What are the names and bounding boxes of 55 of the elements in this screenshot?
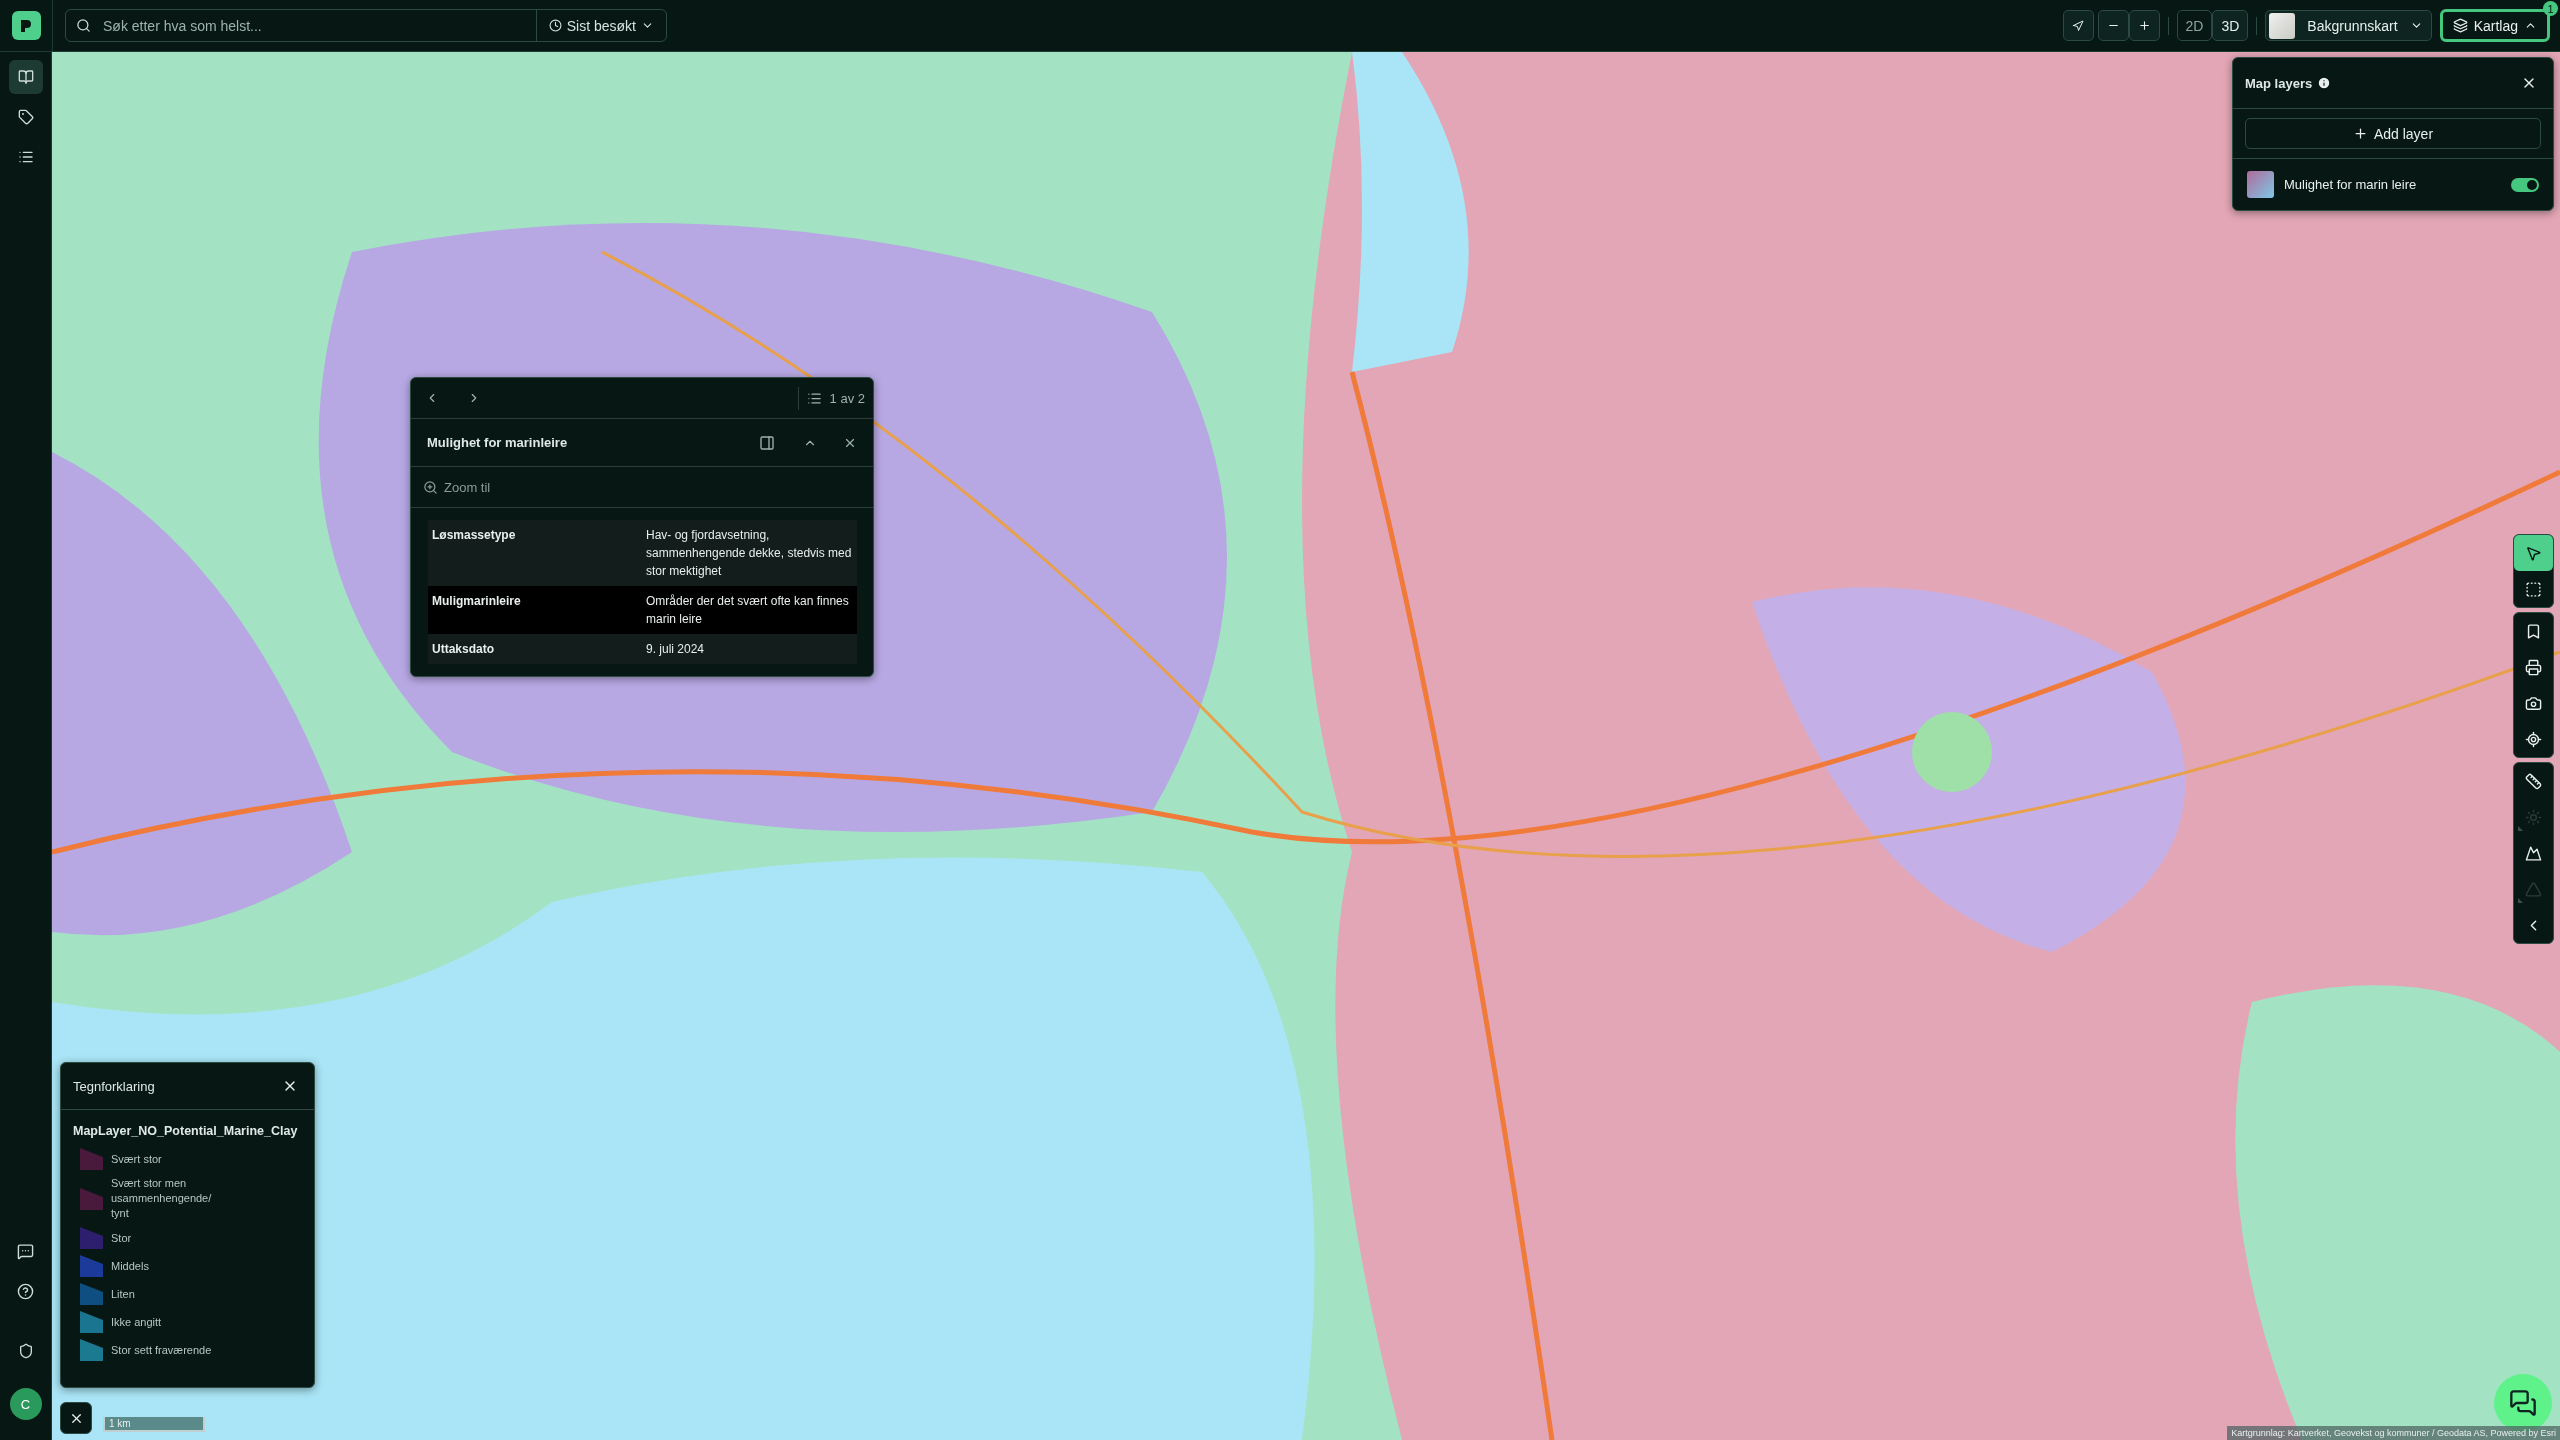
count-badge: 1	[2543, 1, 2558, 16]
view-mode-tab[interactable]: 3D	[2212, 10, 2249, 41]
legend-label: Svært stor	[111, 1151, 163, 1167]
tag-icon	[17, 109, 34, 125]
add-layer-button[interactable]: Add layer	[2245, 118, 2541, 149]
layer-name: Mulighet for marin leire	[2284, 177, 2418, 192]
help-icon	[17, 1282, 34, 1300]
page-counter: 1 av 2	[829, 390, 865, 406]
info-icon	[2317, 76, 2332, 90]
legend-label: Svært stor men usammenhengende/ tynt	[111, 1176, 213, 1221]
attribute-value: Områder der det svært ofte kan finnes marin leire	[646, 593, 850, 628]
user-avatar[interactable]: C	[9, 1388, 42, 1420]
legend-label: Middels	[111, 1258, 150, 1274]
book-button[interactable]	[8, 60, 43, 94]
layer-title: MapLayer_NO_Potential_Marine_Clay	[73, 1124, 299, 1138]
close-button[interactable]	[60, 1402, 92, 1434]
recent-dropdown[interactable]: Sist besøkt	[535, 10, 666, 41]
plus-icon	[2137, 19, 2151, 32]
list-icon	[806, 390, 822, 406]
basemap-thumbnail	[2269, 12, 2296, 39]
map-attribution: Kartgrunnlag: Kartverket, Geovekst og kommuner / Geodata AS, Powered by Esri	[2227, 1426, 2560, 1440]
book-icon	[17, 69, 34, 85]
attribute-label: Løsmassetype	[432, 527, 517, 544]
speech-bubble-icon	[17, 1242, 34, 1260]
legend-label: Ikke angitt	[111, 1314, 163, 1330]
legend-label: Liten	[111, 1286, 136, 1302]
chat-icon	[2509, 1389, 2537, 1417]
panel-icon	[759, 434, 775, 451]
zoom-in-icon	[423, 479, 438, 495]
shield-icon	[17, 1343, 34, 1359]
basemap-dropdown[interactable]: Bakgrunnskart	[2265, 10, 2432, 41]
visibility-toggle[interactable]	[2511, 177, 2539, 192]
zoom-to-button[interactable]: Zoom til	[423, 479, 491, 495]
popup-title: Mulighet for marinleire	[427, 435, 569, 450]
attribute-value: 9. juli 2024	[646, 641, 706, 658]
layers-icon	[2452, 18, 2468, 33]
view-mode-tab[interactable]: 2D	[2176, 10, 2213, 41]
layer-thumbnail	[2247, 171, 2274, 198]
clock-icon	[548, 19, 562, 32]
panel-title: Map layers	[2245, 75, 2313, 91]
compass-button[interactable]	[2062, 10, 2094, 41]
attribute-label: Muligmarinleire	[432, 593, 522, 610]
legend-label: Stor sett fraværende	[111, 1342, 213, 1358]
search-field[interactable]: Søk etter hva som helst... Sist besøkt	[65, 9, 667, 42]
legend-title: Tegnforklaring	[73, 1078, 156, 1094]
scale-bar: 1 km	[103, 1417, 205, 1432]
pointer-tool[interactable]	[2514, 535, 2553, 571]
plus-icon	[2352, 126, 2368, 141]
list-icon	[17, 149, 34, 165]
app-logo[interactable]	[11, 11, 41, 40]
legend-label: Stor	[111, 1230, 133, 1246]
attribute-value: Hav- og fjordavsetning, sammenhengende dekke, stedvis med stor mektighet	[646, 527, 853, 580]
layers-button[interactable]: Kartlag	[2439, 9, 2550, 42]
attribute-label: Uttaksdato	[432, 641, 495, 658]
search-icon	[76, 18, 91, 33]
